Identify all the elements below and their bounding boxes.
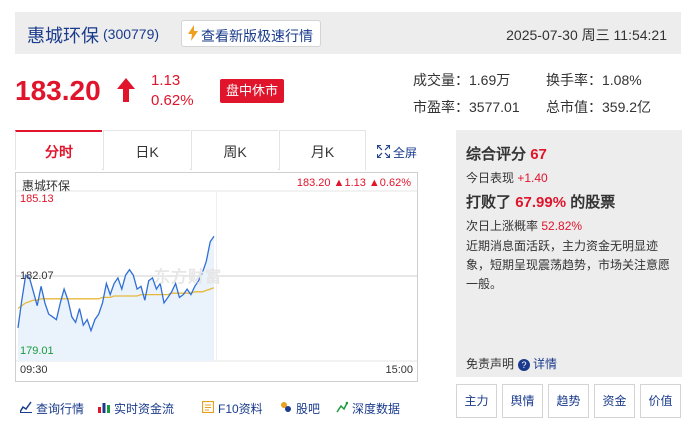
bar-chart-icon bbox=[98, 403, 110, 413]
disclaimer-row: 免责声明? 详情 bbox=[466, 355, 557, 372]
stat-turnover: 换手率：1.08% bbox=[546, 72, 642, 88]
lightning-icon bbox=[188, 25, 198, 41]
price-change-pct: 0.62% bbox=[151, 92, 194, 109]
question-icon: ? bbox=[518, 359, 531, 371]
fullscreen-label: 全屏 bbox=[393, 146, 418, 160]
current-price: 183.20 bbox=[15, 75, 101, 106]
score-value: 67 bbox=[530, 146, 547, 163]
today-performance: 今日表现 +1.40 bbox=[466, 169, 548, 186]
watermark: 东方财富 bbox=[154, 269, 223, 286]
score-panel: 综合评分 67 今日表现 +1.40 打败了 67.99% 的股票 次日上涨概率… bbox=[456, 130, 682, 377]
query-quote-label: 查询行情 bbox=[36, 402, 85, 416]
deep-data-label: 深度数据 bbox=[352, 402, 401, 416]
next-day-probability: 次日上涨概率 52.82% bbox=[466, 217, 582, 234]
stat-volume: 成交量：1.69万 bbox=[413, 72, 511, 88]
f10-label: F10资料 bbox=[218, 402, 263, 416]
expand-icon bbox=[377, 145, 390, 158]
stat-market-cap: 总市值：359.2亿 bbox=[546, 99, 652, 115]
quote-toolbar: 查询行情 实时资金流 F10资料 股吧 深度数据 bbox=[20, 398, 420, 420]
document-icon bbox=[202, 401, 214, 413]
main-force-button[interactable]: 主力 bbox=[456, 384, 497, 418]
beat-text: 打败了 67.99% 的股票 bbox=[466, 191, 615, 212]
prob-label: 次日上涨概率 bbox=[466, 219, 539, 233]
details-link[interactable]: 详情 bbox=[533, 357, 557, 371]
guba-label: 股吧 bbox=[296, 402, 321, 416]
intraday-chart: 东方财富 惠城环保 183.20 ▲1.13 ▲0.62% 185.13 182… bbox=[15, 172, 418, 382]
x-label-start: 09:30 bbox=[20, 364, 48, 376]
data-icon bbox=[336, 401, 348, 413]
chart-quote: 183.20 ▲1.13 ▲0.62% bbox=[296, 177, 411, 189]
y-label-mid: 182.07 bbox=[20, 270, 54, 282]
new-version-label: 查看新版极速行情 bbox=[201, 28, 313, 44]
fund-button[interactable]: 资金 bbox=[594, 384, 635, 418]
up-arrow-icon bbox=[117, 78, 135, 102]
sentiment-button[interactable]: 舆情 bbox=[502, 384, 543, 418]
new-version-button[interactable]: 查看新版极速行情 bbox=[181, 20, 321, 47]
value-button[interactable]: 价值 bbox=[640, 384, 681, 418]
y-label-low: 179.01 bbox=[20, 345, 54, 357]
tab-monthly-k[interactable]: 月K bbox=[279, 130, 366, 170]
realtime-fund-flow-label: 实时资金流 bbox=[114, 402, 175, 416]
beat-pct: 67.99% bbox=[515, 194, 567, 211]
beat-suffix: 的股票 bbox=[570, 194, 616, 211]
price-change: 1.13 bbox=[151, 72, 181, 89]
score-description: 近期消息面活跃，主力资金无明显迹象，短期呈现震荡趋势，市场关注意愿一般。 bbox=[466, 239, 671, 291]
score-title-label: 综合评分 bbox=[466, 146, 527, 163]
beat-prefix: 打败了 bbox=[466, 194, 512, 211]
tab-weekly-k[interactable]: 周K bbox=[191, 130, 278, 170]
header-bar: 惠城环保 (300779) 查看新版极速行情 2025-07-30 周三 11:… bbox=[15, 12, 681, 54]
score-button-row: 主力 舆情 趋势 资金 价值 bbox=[456, 384, 682, 418]
stock-name[interactable]: 惠城环保 bbox=[27, 22, 99, 48]
tab-intraday[interactable]: 分时 bbox=[15, 130, 102, 170]
status-badge: 盘中休市 bbox=[220, 79, 285, 103]
forum-icon bbox=[281, 402, 291, 412]
chart-icon bbox=[20, 401, 32, 413]
disclaimer-link[interactable]: 免责声明 bbox=[466, 357, 514, 371]
chart-tabs: 分时 日K 周K 月K bbox=[15, 130, 366, 170]
datetime: 2025-07-30 周三 11:54:21 bbox=[506, 27, 667, 43]
stat-pe: 市盈率：3577.01 bbox=[413, 99, 520, 115]
y-label-high: 185.13 bbox=[20, 193, 54, 205]
today-value: +1.40 bbox=[517, 171, 548, 185]
x-label-end: 15:00 bbox=[385, 364, 413, 376]
tab-daily-k[interactable]: 日K bbox=[103, 130, 190, 170]
stock-code: (300779) bbox=[103, 26, 160, 42]
prob-value: 52.82% bbox=[541, 219, 583, 233]
price-row: 183.20 1.13 0.62% 盘中休市 bbox=[15, 70, 415, 114]
trend-button[interactable]: 趋势 bbox=[548, 384, 589, 418]
score-title: 综合评分 67 bbox=[466, 143, 547, 164]
chart-title: 惠城环保 bbox=[22, 179, 71, 193]
today-label: 今日表现 bbox=[466, 171, 515, 185]
